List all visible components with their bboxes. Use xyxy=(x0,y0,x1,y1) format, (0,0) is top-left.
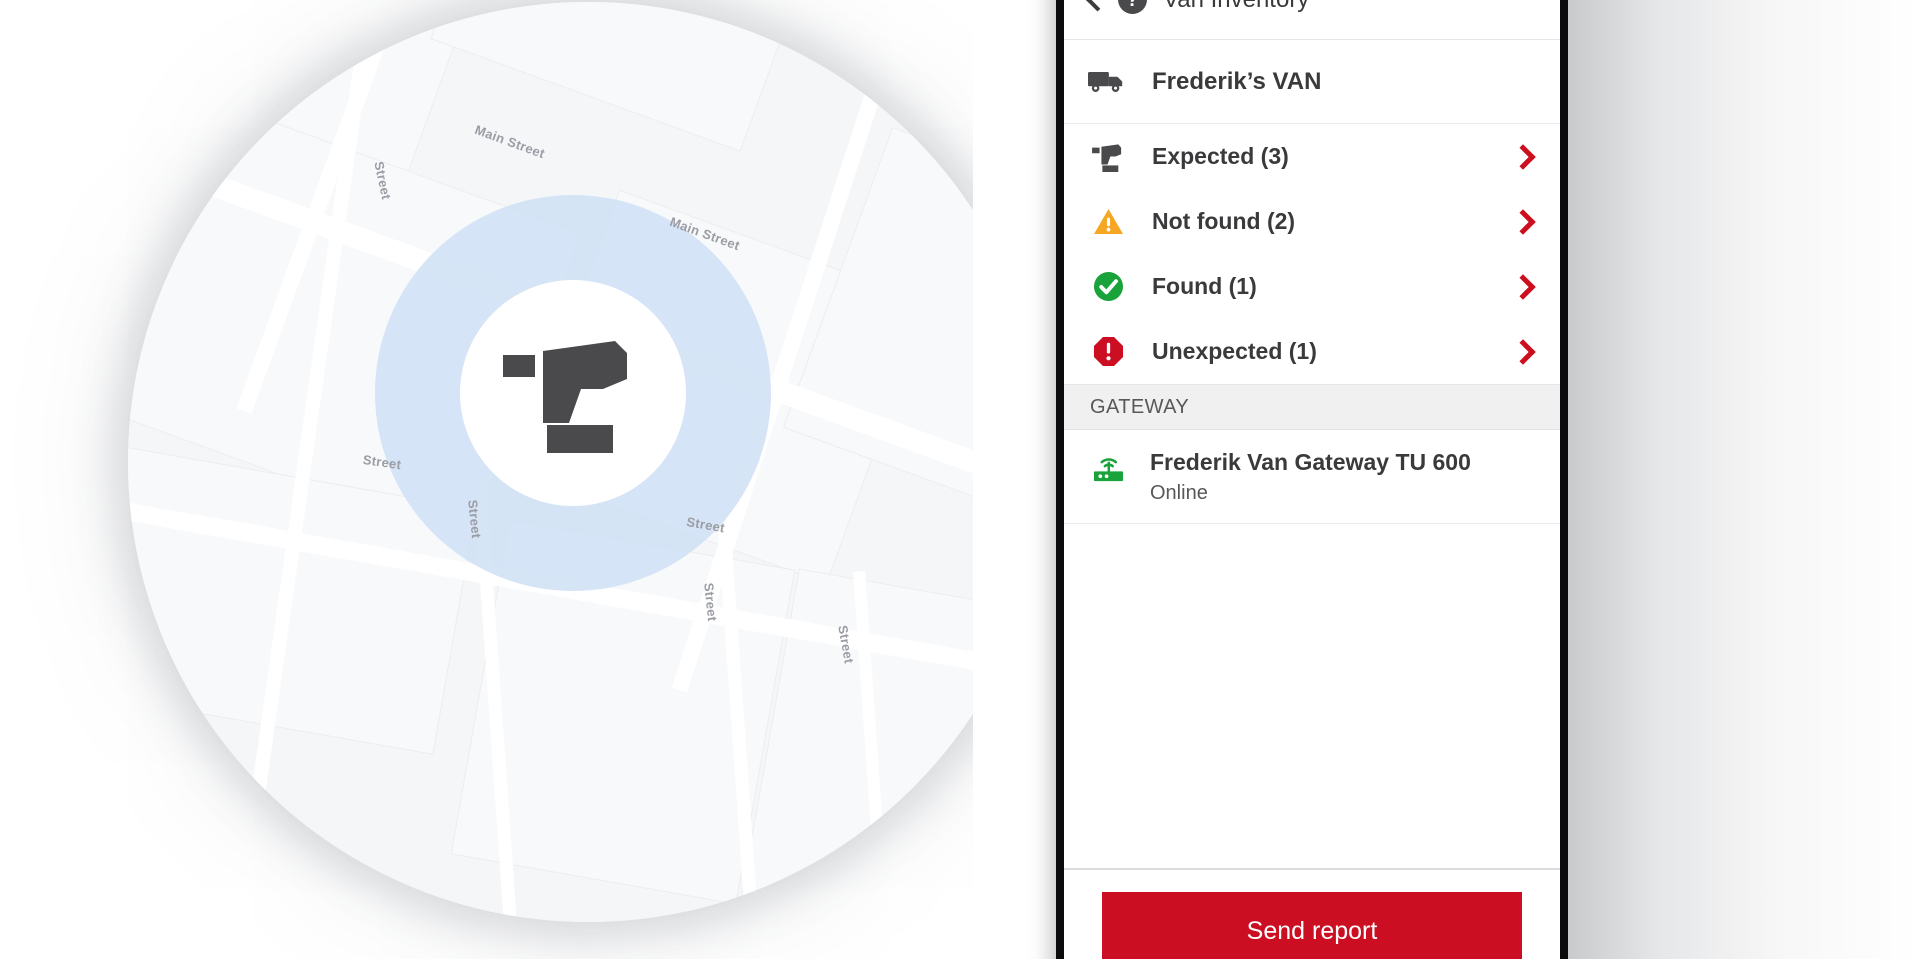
gateway-row[interactable]: Frederik Van Gateway TU 600 Online xyxy=(1064,430,1560,524)
street-label: Main Street xyxy=(472,122,547,162)
help-question-icon[interactable]: ? xyxy=(1118,0,1147,14)
status-row-not-found[interactable]: Not found (2) xyxy=(1064,189,1560,254)
status-row-expected[interactable]: Expected (3) xyxy=(1064,124,1560,189)
status-label: Not found (2) xyxy=(1152,208,1296,234)
chevron-right-icon[interactable] xyxy=(1510,338,1536,365)
app-header: ? Van Inventory xyxy=(1064,0,1560,40)
router-wifi-icon xyxy=(1088,448,1128,483)
phone-screen: ? Van Inventory Frederik’s VAN xyxy=(1064,0,1560,959)
chevron-right-icon[interactable] xyxy=(1510,208,1536,235)
chevron-right-icon[interactable] xyxy=(1510,273,1536,300)
gateway-section-header: GATEWAY xyxy=(1064,384,1560,430)
footer-bar: Send report xyxy=(1064,868,1560,959)
status-label: Expected (3) xyxy=(1152,143,1289,169)
status-row-unexpected[interactable]: Unexpected (1) xyxy=(1064,319,1560,384)
page-title: Van Inventory xyxy=(1163,0,1309,14)
map-canvas[interactable]: Main Street Street Main Street Street St… xyxy=(128,2,973,922)
screen-root: Main Street Street Main Street Street St… xyxy=(0,0,1920,959)
chevron-right-icon[interactable] xyxy=(1510,143,1536,170)
van-name: Frederik’s VAN xyxy=(1152,67,1322,95)
drill-icon xyxy=(1088,142,1128,172)
map-container[interactable]: Main Street Street Main Street Street St… xyxy=(0,0,973,959)
drill-icon xyxy=(503,327,643,457)
status-row-found[interactable]: Found (1) xyxy=(1064,254,1560,319)
back-chevron-icon[interactable] xyxy=(1084,0,1106,15)
status-label: Unexpected (1) xyxy=(1152,338,1317,364)
gateway-status: Online xyxy=(1150,481,1208,504)
status-list: Expected (3) Not found (2) Found (1) Une… xyxy=(1064,124,1560,384)
map-circle[interactable]: Main Street Street Main Street Street St… xyxy=(128,2,973,922)
status-label: Found (1) xyxy=(1152,273,1257,299)
content-spacer xyxy=(1064,523,1560,868)
background-gradient xyxy=(1568,0,1920,959)
van-row[interactable]: Frederik’s VAN xyxy=(1064,40,1560,124)
gateway-name: Frederik Van Gateway TU 600 xyxy=(1150,449,1471,475)
alert-octagon-icon xyxy=(1088,336,1128,367)
warning-triangle-icon xyxy=(1088,208,1128,235)
send-report-button[interactable]: Send report xyxy=(1102,892,1522,959)
truck-icon xyxy=(1088,69,1128,94)
check-circle-icon xyxy=(1088,271,1128,302)
